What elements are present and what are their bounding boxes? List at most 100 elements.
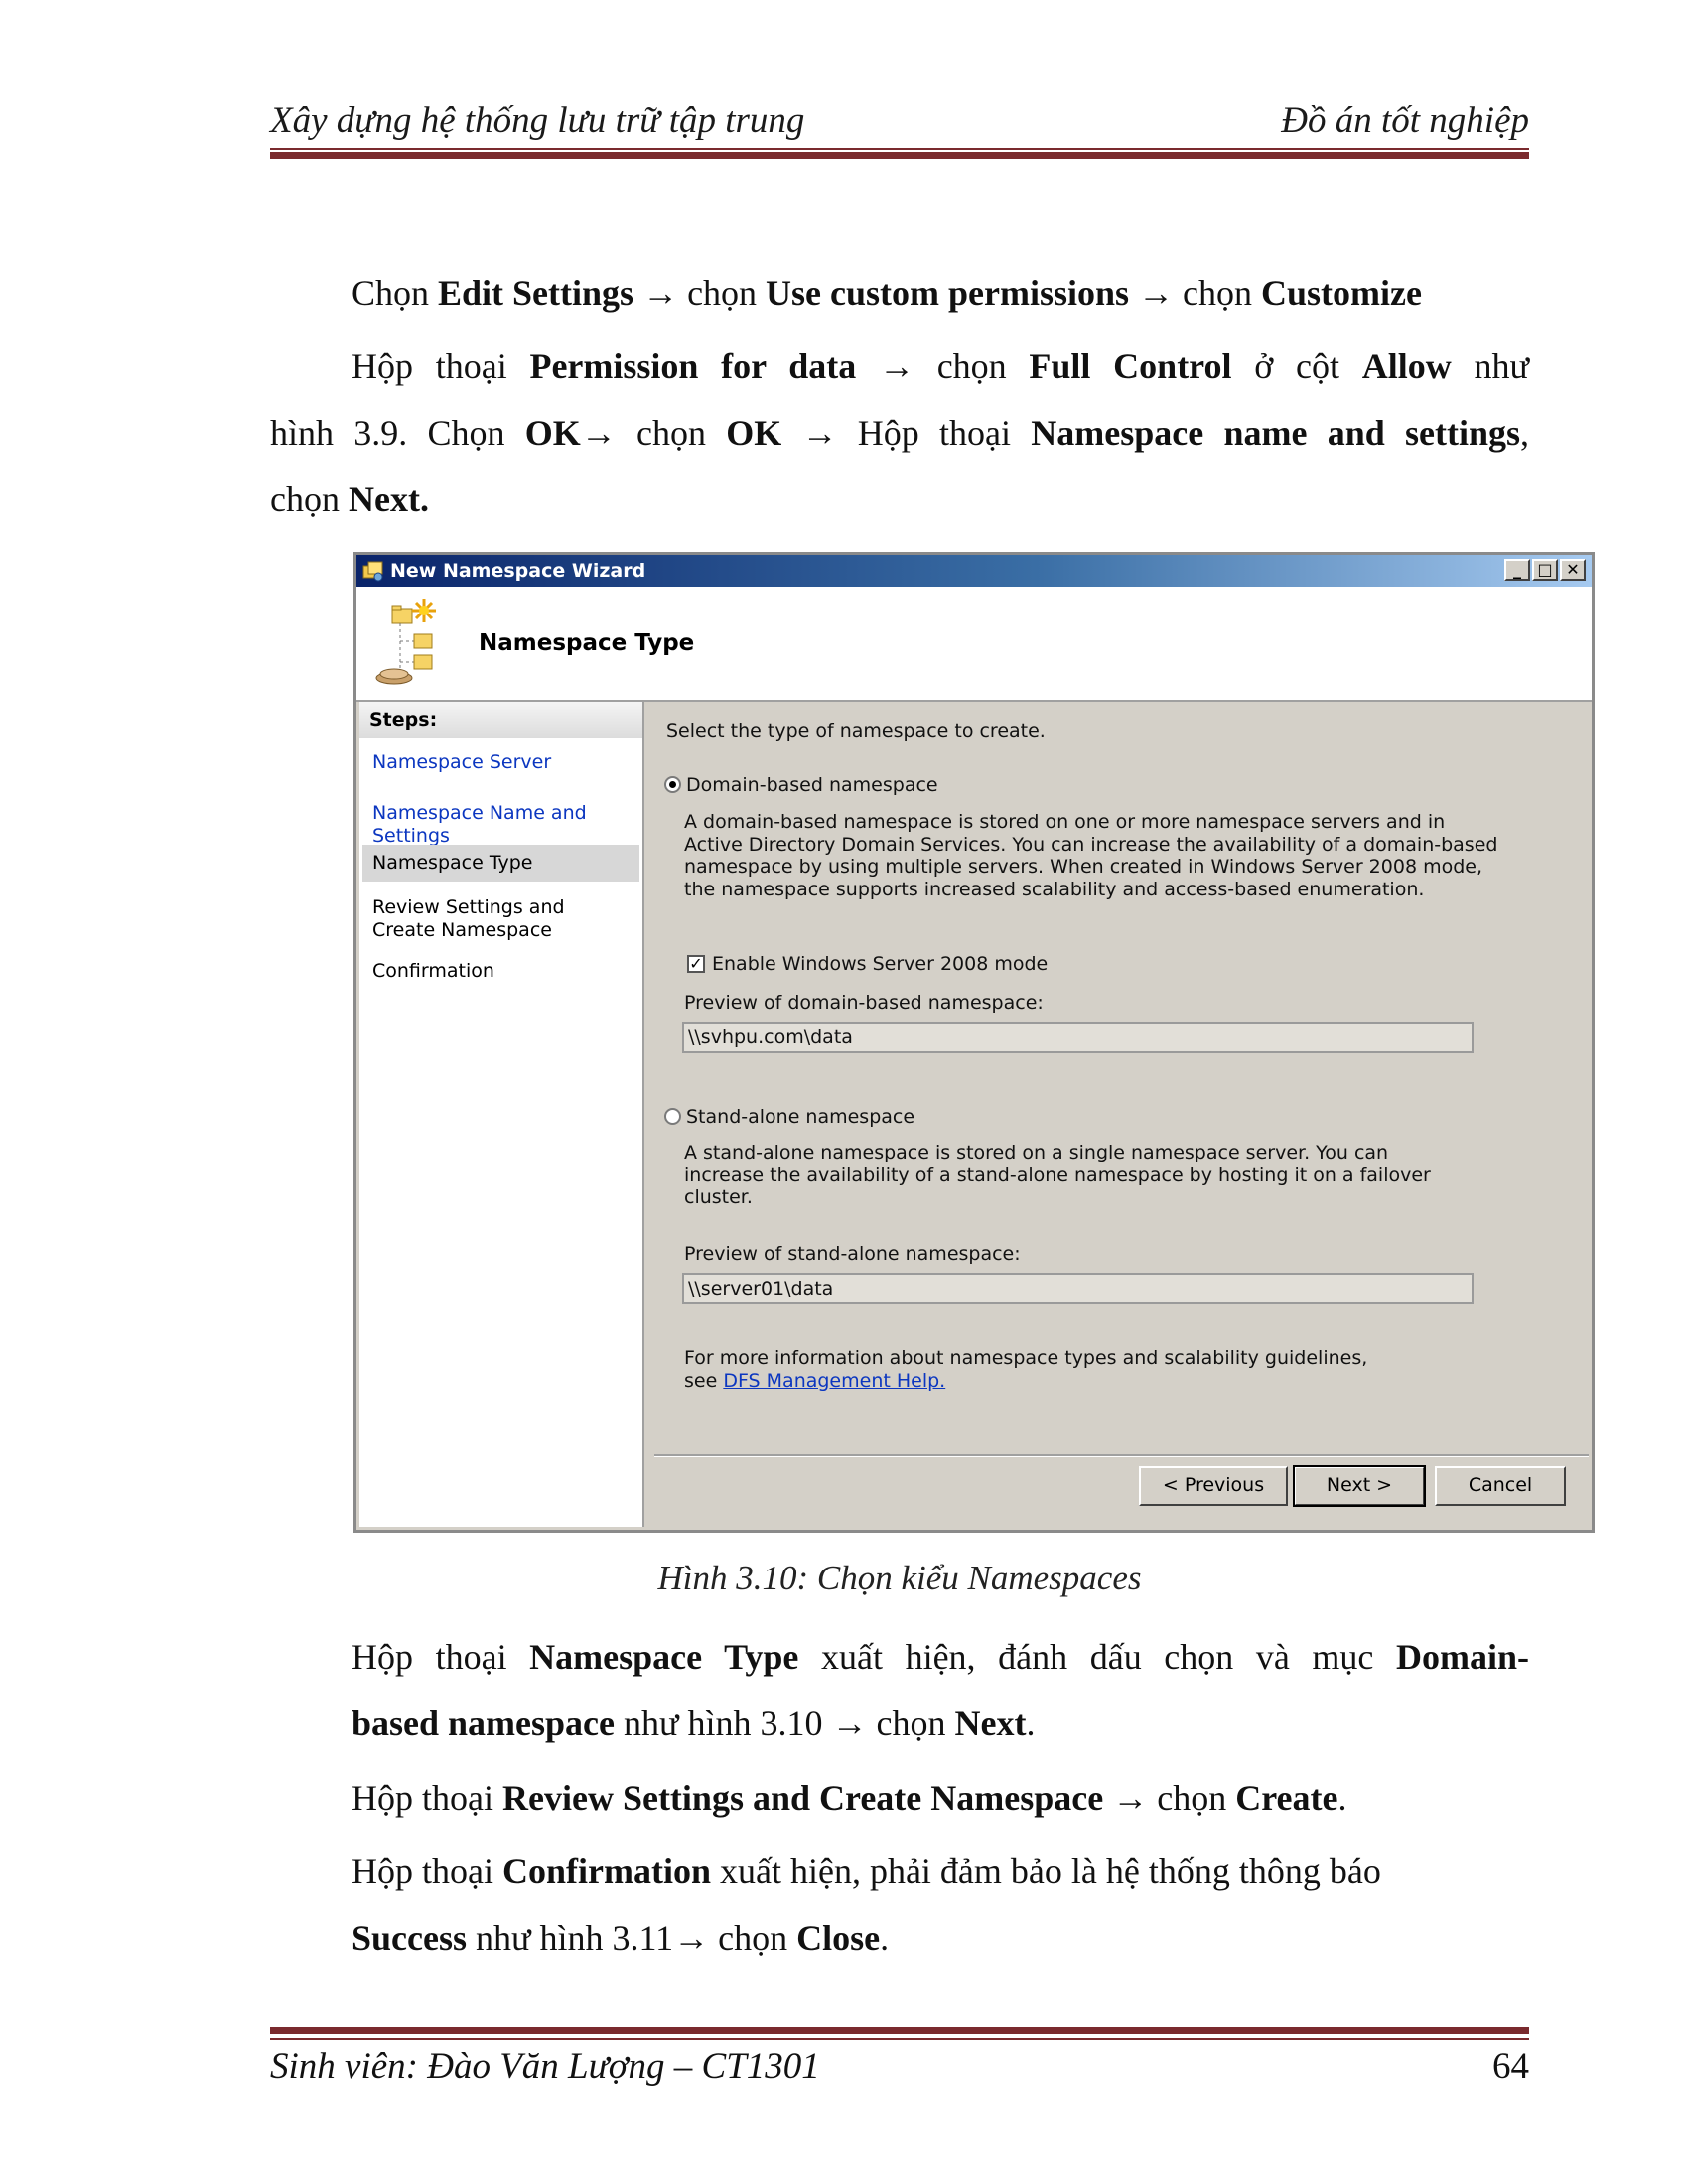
window-controls: _ □ ✕ <box>1504 559 1586 581</box>
bold-text: based namespace <box>352 1704 616 1743</box>
text: . <box>1026 1704 1036 1743</box>
paragraph-5-line-1: Hộp thoại Confirmation xuất hiện, phải đ… <box>352 1839 1529 1905</box>
standalone-preview-label: Preview of stand-alone namespace: <box>684 1243 1021 1265</box>
namespace-tree-icon <box>375 599 436 685</box>
domain-based-radio[interactable] <box>664 776 681 793</box>
dfs-help-link[interactable]: DFS Management Help. <box>723 1370 945 1392</box>
text: Hộp thoại <box>352 1637 530 1677</box>
bold-text: Use custom permissions <box>766 273 1130 313</box>
button-separator <box>654 1454 1589 1457</box>
wizard-app-icon <box>362 561 383 582</box>
text: → chọn <box>580 413 727 453</box>
bold-text: Edit Settings <box>438 273 634 313</box>
text: như <box>1451 346 1529 386</box>
windows-2008-mode-checkbox[interactable]: ✓ <box>687 955 705 973</box>
header-subtitle: Đồ án tốt nghiệp <box>1281 100 1529 141</box>
maximize-button[interactable]: □ <box>1532 559 1558 581</box>
bold-text: Namespace Type <box>529 1637 799 1677</box>
text: Hộp thoại <box>352 346 530 386</box>
footer-rule-thick <box>270 2027 1529 2034</box>
domain-preview-field[interactable]: \\svhpu.com\data <box>682 1022 1474 1053</box>
paragraph-1: Chọn Edit Settings → chọn Use custom per… <box>270 260 1529 327</box>
previous-button[interactable]: < Previous <box>1139 1466 1288 1506</box>
header-rule-thick <box>270 152 1529 159</box>
domain-based-label[interactable]: Domain-based namespace <box>686 774 938 797</box>
text: ở cột <box>1231 346 1362 386</box>
paragraph-2-line-2: hình 3.9. Chọn OK→ chọn OK → Hộp thoại N… <box>270 400 1529 467</box>
bold-text: Close <box>796 1918 881 1958</box>
step-namespace-type: Namespace Type <box>362 845 639 882</box>
wizard-page-title: Namespace Type <box>479 630 695 656</box>
header-rule-thin <box>270 148 1529 150</box>
wizard-banner: Namespace Type <box>356 587 1592 702</box>
page-number: 64 <box>1492 2046 1529 2087</box>
step-namespace-name-and-settings[interactable]: Namespace Name and Settings <box>372 802 642 848</box>
step-review-settings: Review Settings and Create Namespace <box>372 896 565 941</box>
text: Chọn <box>352 273 439 313</box>
steps-header: Steps: <box>359 702 642 738</box>
standalone-preview-field[interactable]: \\server01\data <box>682 1273 1474 1304</box>
text: xuất hiện, phải đảm bảo là hệ thống thôn… <box>710 1851 1381 1891</box>
footer-author: Sinh viên: Đào Văn Lượng – CT1301 <box>270 2046 820 2087</box>
new-namespace-wizard-window: New Namespace Wizard _ □ ✕ Namespace Typ… <box>353 552 1595 1533</box>
text: → chọn <box>1103 1778 1236 1818</box>
text: Hộp thoại <box>352 1851 502 1891</box>
text: . <box>880 1918 890 1958</box>
paragraph-2-line-3: chọn Next. <box>270 467 1529 533</box>
bold-text: Success <box>352 1918 467 1958</box>
text: như hình 3.11→ chọn <box>467 1918 797 1958</box>
next-button[interactable]: Next > <box>1293 1465 1426 1507</box>
text: → chọn <box>856 346 1030 386</box>
bold-text: Namespace name and settings <box>1031 413 1520 453</box>
bold-text: Next <box>954 1704 1027 1743</box>
instruction-text: Select the type of namespace to create. <box>666 720 1046 742</box>
text: → chọn <box>1129 273 1262 313</box>
text: chọn <box>270 479 349 519</box>
text: . <box>1337 1778 1347 1818</box>
paragraph-3-line-1: Hộp thoại Namespace Type xuất hiện, đánh… <box>270 1624 1529 1691</box>
step-confirmation: Confirmation <box>372 960 494 982</box>
domain-based-description: A domain-based namespace is stored on on… <box>684 811 1498 900</box>
footer-rule-thin <box>270 2038 1529 2040</box>
paragraph-3-line-2: based namespace như hình 3.10 → chọn Nex… <box>270 1691 1529 1757</box>
paragraph-2-line-1: Hộp thoại Permission for data → chọn Ful… <box>270 334 1529 400</box>
paragraph-4: Hộp thoại Review Settings and Create Nam… <box>270 1765 1529 1832</box>
bold-text: Allow <box>1361 346 1452 386</box>
wizard-content: Select the type of namespace to create. … <box>654 702 1589 1527</box>
bold-text: Domain- <box>1396 1637 1529 1677</box>
figure-caption: Hình 3.10: Chọn kiểu Namespaces <box>657 1559 1142 1597</box>
paragraph-3: Hộp thoại Namespace Type xuất hiện, đánh… <box>270 1624 1529 1757</box>
bold-text: OK <box>524 413 581 453</box>
close-button[interactable]: ✕ <box>1560 559 1586 581</box>
standalone-radio[interactable] <box>664 1108 681 1125</box>
standalone-description: A stand-alone namespace is stored on a s… <box>684 1142 1431 1208</box>
bold-text: Create <box>1235 1778 1338 1818</box>
paragraph-5-line-2: Success như hình 3.11→ chọn Close. <box>352 1905 1529 1972</box>
header-title: Xây dựng hệ thống lưu trữ tập trung <box>270 100 805 141</box>
text: , <box>1520 413 1529 453</box>
domain-preview-label: Preview of domain-based namespace: <box>684 992 1044 1014</box>
bold-text: Next. <box>348 479 429 519</box>
standalone-label[interactable]: Stand-alone namespace <box>686 1106 914 1129</box>
help-text: For more information about namespace typ… <box>684 1347 1399 1392</box>
paragraph-2: Hộp thoại Permission for data → chọn Ful… <box>270 334 1529 533</box>
cancel-button[interactable]: Cancel <box>1435 1466 1566 1506</box>
bold-text: Permission for data <box>529 346 857 386</box>
text: như hình 3.10 → chọn <box>615 1704 955 1743</box>
bold-text: OK <box>726 413 782 453</box>
text: xuất hiện, đánh dấu chọn và mục <box>798 1637 1396 1677</box>
steps-panel: Steps: Namespace Server Namespace Name a… <box>359 702 644 1527</box>
minimize-button[interactable]: _ <box>1504 559 1530 581</box>
text: Hộp thoại <box>352 1778 502 1818</box>
title-bar[interactable]: New Namespace Wizard _ □ ✕ <box>356 555 1592 587</box>
text: → chọn <box>633 273 767 313</box>
text: hình 3.9. Chọn <box>270 413 525 453</box>
bold-text: Review Settings and Create Namespace <box>501 1778 1104 1818</box>
window-title: New Namespace Wizard <box>390 560 646 582</box>
bold-text: Customize <box>1261 273 1422 313</box>
windows-2008-mode-label[interactable]: Enable Windows Server 2008 mode <box>712 953 1048 976</box>
bold-text: Full Control <box>1029 346 1232 386</box>
bold-text: Confirmation <box>501 1851 711 1891</box>
text: → Hộp thoại <box>781 413 1032 453</box>
step-namespace-server[interactable]: Namespace Server <box>372 751 551 774</box>
